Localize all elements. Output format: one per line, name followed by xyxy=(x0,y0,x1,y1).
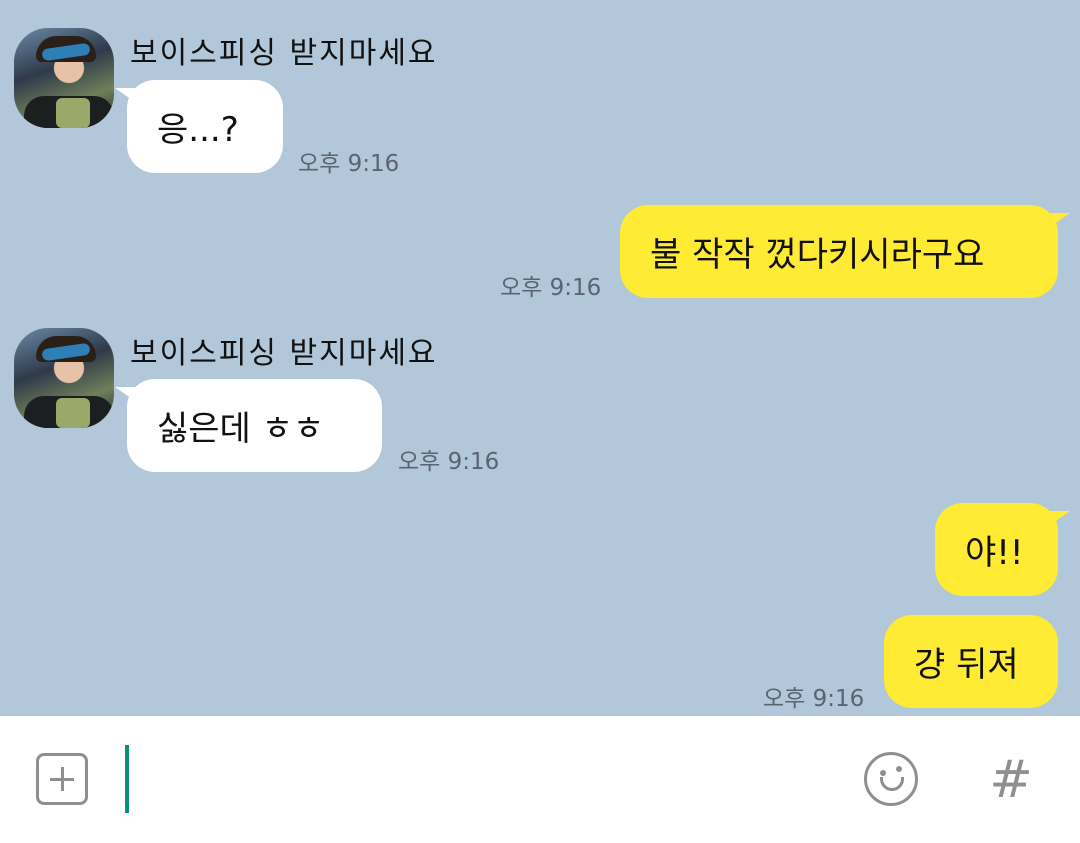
message-text: 걍 뒤져 xyxy=(914,645,1019,685)
message-bubble-sent[interactable]: 걍 뒤져 xyxy=(884,615,1058,708)
message-bubble-sent[interactable]: 불 작작 껐다키시라구요 xyxy=(620,205,1070,298)
message-time: 오후 9:16 xyxy=(298,151,400,177)
message-bubble-received[interactable]: 싫은데 ㅎㅎ xyxy=(115,379,382,472)
sender-name: 보이스피싱 받지마세요 xyxy=(130,336,438,371)
text-caret xyxy=(125,745,129,813)
message-text: 싫은데 ㅎㅎ xyxy=(157,409,325,449)
sender-avatar[interactable] xyxy=(14,328,114,428)
message-time: 오후 9:16 xyxy=(500,275,602,301)
chat-area[interactable]: 보이스피싱 받지마세요 응...? 오후 9:16 오후 9:16 불 작작 껐… xyxy=(0,0,1080,716)
message-input[interactable] xyxy=(125,745,845,815)
plus-square-icon[interactable] xyxy=(36,753,88,805)
hashtag-search-button[interactable]: # xyxy=(986,750,1036,810)
sender-name: 보이스피싱 받지마세요 xyxy=(130,36,438,71)
message-time: 오후 9:16 xyxy=(398,449,500,475)
message-text: 응...? xyxy=(157,110,239,150)
sender-avatar[interactable] xyxy=(14,28,114,128)
message-bubble-received[interactable]: 응...? xyxy=(115,80,283,173)
smile-icon[interactable] xyxy=(864,752,918,806)
message-text: 야!! xyxy=(965,533,1024,573)
message-time: 오후 9:16 xyxy=(763,686,865,712)
message-bubble-sent[interactable]: 야!! xyxy=(935,503,1070,596)
message-text: 불 작작 껐다키시라구요 xyxy=(650,235,985,275)
